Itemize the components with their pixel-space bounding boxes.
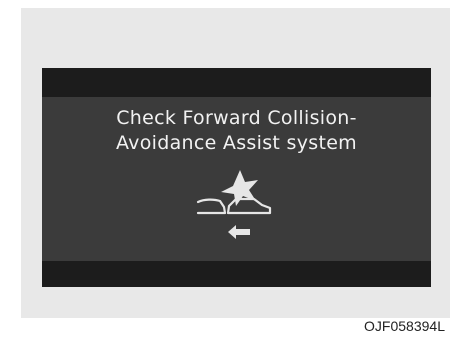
warning-message-line-2: Avoidance Assist system [115,132,357,154]
display-bottom-bar [42,261,431,287]
own-car-icon [196,198,227,215]
cluster-display: Check Forward Collision- Avoidance Assis… [42,68,431,287]
display-top-bar [42,68,431,97]
warning-message: Check Forward Collision- Avoidance Assis… [42,106,431,156]
figure-code: OJF058394L [364,318,445,334]
arrow-left-icon [228,225,250,239]
forward-collision-assist-icon [196,170,272,239]
front-car-icon [226,197,272,215]
warning-message-line-1: Check Forward Collision- [116,107,357,129]
collision-star-icon [221,170,258,206]
